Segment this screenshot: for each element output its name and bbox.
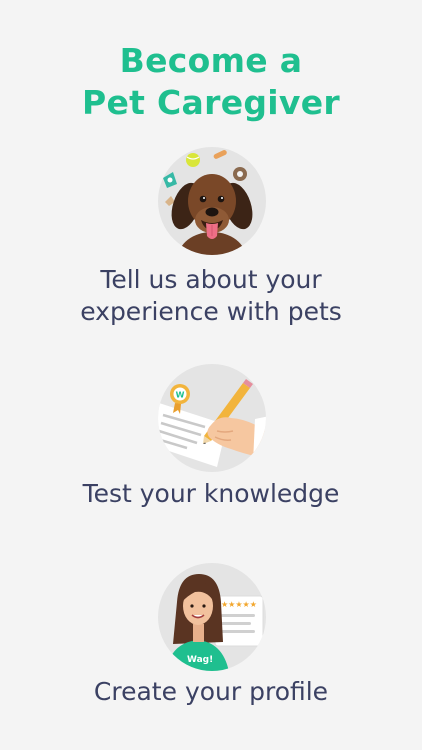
dog-with-toys-icon: [157, 146, 267, 256]
svg-text:★★★★★: ★★★★★: [221, 600, 257, 609]
shirt-logo-text: Wag!: [187, 655, 213, 665]
page-title-line-2: Pet Caregiver: [82, 83, 340, 122]
onboarding-screen: Become a Pet Caregiver Tell us about you…: [0, 0, 422, 750]
svg-text:W: W: [176, 391, 185, 400]
hand-writing-test-icon: W: [157, 363, 267, 473]
page-title-line-1: Become a: [119, 41, 303, 80]
step-3-text: Create your profile: [93, 677, 329, 706]
step-1-text-line-2: experience with pets: [80, 297, 342, 326]
step-2-text: Test your knowledge: [82, 479, 340, 508]
caregiver-profile-icon: ★★★★★ Wag!: [157, 562, 267, 672]
step-1-text-line-1: Tell us about your: [100, 265, 322, 294]
